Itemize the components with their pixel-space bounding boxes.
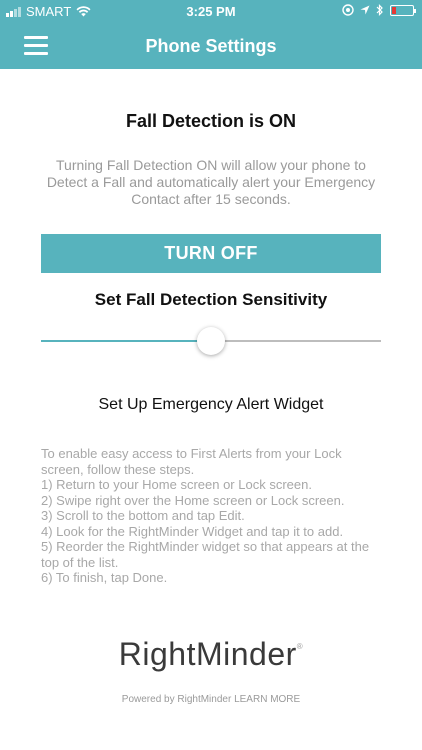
- fall-detection-description: Turning Fall Detection ON will allow you…: [46, 157, 376, 207]
- widget-intro: To enable easy access to First Alerts fr…: [41, 446, 342, 477]
- learn-more-link[interactable]: LEARN MORE: [234, 694, 300, 705]
- status-bar: SMART 3:25 PM: [0, 0, 422, 24]
- fall-detection-status-title: Fall Detection is ON: [125, 111, 297, 131]
- widget-step: 4) Look for the RightMinder Widget and t…: [41, 523, 344, 539]
- sensitivity-slider[interactable]: [41, 326, 381, 356]
- location-lock-icon: [342, 4, 354, 16]
- footer: Powered by RightMinder LEARN MORE: [0, 694, 422, 705]
- widget-step: 3) Scroll to the bottom and tap Edit.: [41, 508, 245, 523]
- logo-text: RightMinder: [118, 636, 297, 672]
- location-arrow-icon: [360, 5, 370, 15]
- widget-step: 2) Swipe right over the Home screen or L…: [41, 492, 345, 508]
- widget-setup-title: Set Up Emergency Alert Widget: [98, 396, 324, 413]
- widget-instructions: To enable easy access to First Alerts fr…: [41, 446, 382, 586]
- nav-bar: Phone Settings: [0, 24, 422, 69]
- logo-mark: ®: [296, 642, 304, 651]
- widget-step: 6) To finish, tap Done.: [41, 570, 168, 585]
- rightminder-logo: RightMinder®: [0, 636, 422, 673]
- widget-step: 1) Return to your Home screen or Lock sc…: [41, 477, 312, 492]
- sensitivity-title: Set Fall Detection Sensitivity: [94, 290, 328, 309]
- turn-off-button[interactable]: TURN OFF: [41, 234, 381, 273]
- battery-level: [392, 6, 396, 14]
- battery-icon: [390, 4, 416, 16]
- widget-step: 5) Reorder the RightMinder widget so tha…: [41, 539, 370, 570]
- status-right: [342, 4, 416, 16]
- bluetooth-icon: [376, 4, 383, 16]
- slider-fill: [41, 340, 211, 342]
- powered-by-text: Powered by RightMinder: [121, 694, 232, 705]
- page-title: Phone Settings: [145, 36, 277, 56]
- slider-thumb[interactable]: [197, 327, 225, 355]
